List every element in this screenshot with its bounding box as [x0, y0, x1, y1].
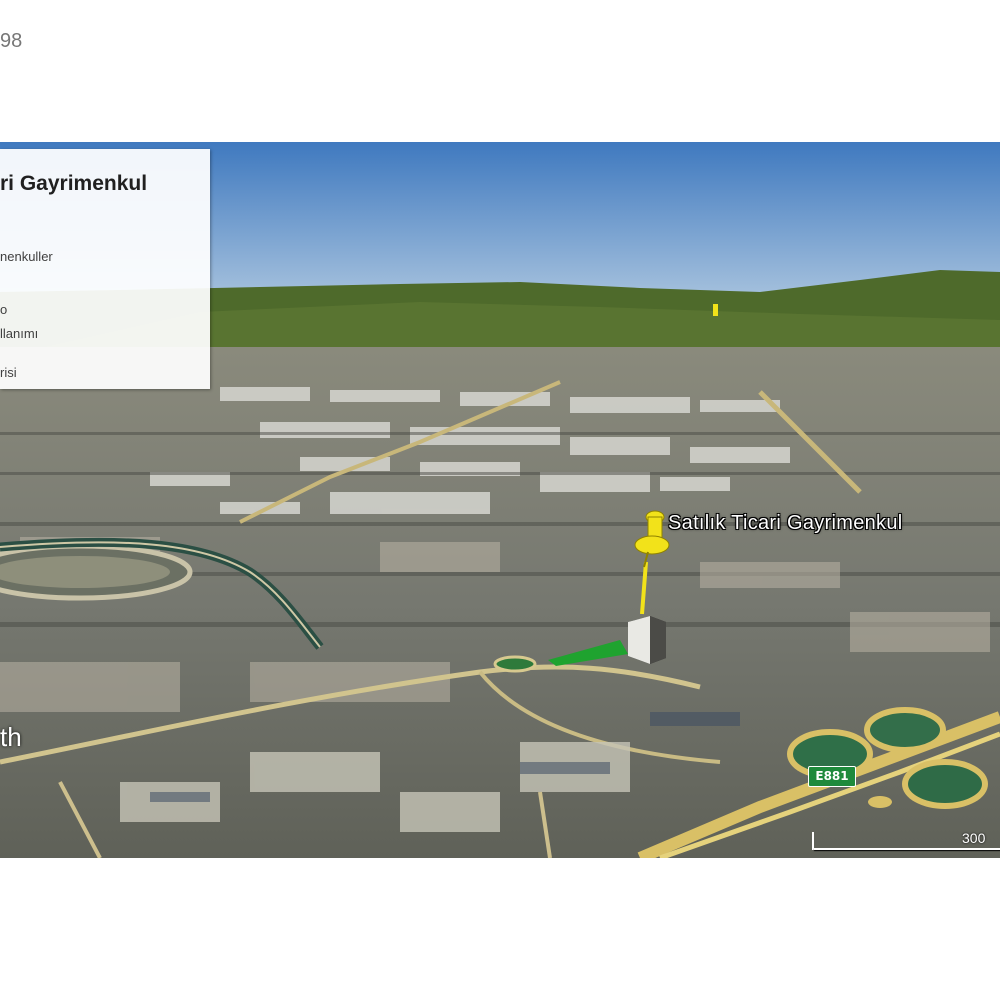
info-panel-line: o [0, 302, 8, 317]
roundabout [493, 655, 537, 673]
info-panel-line: nenkuller [0, 249, 53, 264]
info-panel-line: llanımı [0, 326, 39, 341]
info-panel: ri Gayrimenkul nenkuller o llanımı risi [0, 149, 210, 389]
info-panel-title: ri Gayrimenkul [0, 172, 148, 195]
page-header-code: 98 [0, 30, 23, 52]
property-building [628, 616, 666, 664]
info-panel-line: risi [0, 365, 17, 380]
scale-label: 300 [962, 830, 986, 846]
distant-marker [713, 304, 718, 316]
watermark-text: th [0, 722, 22, 752]
map-view[interactable]: ri Gayrimenkul nenkuller o llanımı risi … [0, 142, 1000, 858]
placemark-label[interactable]: Satılık Ticari Gayrimenkul [668, 512, 903, 535]
route-shield: E881 [808, 766, 856, 787]
